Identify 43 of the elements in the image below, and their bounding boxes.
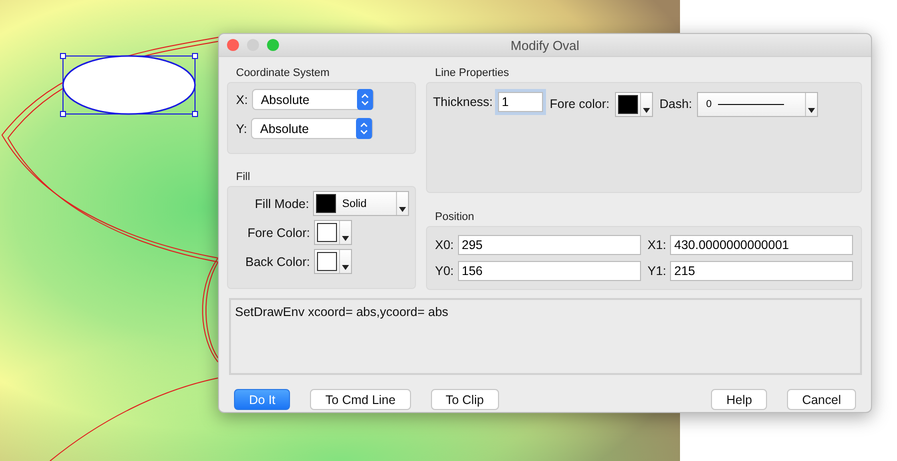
field-label: X1: [648, 238, 666, 252]
field-label: Dash: [660, 96, 692, 113]
coordinate-field[interactable]: 430.0000000000001 [670, 235, 853, 255]
group-title: Coordinate System [236, 67, 331, 79]
color-picker[interactable] [314, 220, 352, 245]
field-label: Fill Mode: [254, 196, 310, 210]
coordinate-field[interactable]: 215 [670, 261, 853, 281]
dialog-button[interactable]: Help [711, 389, 768, 410]
field-label: X: [236, 92, 248, 106]
command-text-area[interactable]: SetDrawEnv xcoord= abs,ycoord= abs [229, 298, 862, 375]
fill-mode-select[interactable]: Solid [313, 191, 409, 216]
updown-chevron-icon [356, 118, 372, 139]
dialog-button[interactable]: To Cmd Line [310, 389, 411, 410]
window-title: Modify Oval [510, 38, 580, 52]
field-label: Thickness: [433, 94, 493, 111]
caret-icon [642, 108, 650, 113]
field-label: Y: [236, 122, 248, 136]
field-label: Y1: [648, 264, 666, 278]
dialog-button[interactable]: Cancel [787, 389, 856, 410]
caret-icon [342, 265, 349, 270]
group-title: Fill [236, 171, 252, 183]
coordinate-select[interactable]: Absolute [252, 89, 374, 110]
field-label: Y0: [435, 264, 454, 278]
coordinate-field[interactable]: 295 [458, 235, 640, 255]
updown-chevron-icon [356, 89, 373, 110]
group-title: Position [435, 211, 476, 223]
dash-select[interactable]: 0 [697, 92, 818, 117]
dialog-button[interactable]: To Clip [430, 389, 499, 410]
color-picker[interactable] [314, 249, 352, 274]
coordinate-select[interactable]: Absolute [251, 118, 374, 139]
field-label: Fore color: [550, 96, 610, 113]
field-label: X0: [435, 238, 454, 252]
field-label: Fore Color: [246, 226, 310, 240]
color-picker[interactable] [614, 92, 652, 117]
caret-icon [342, 236, 349, 241]
caret-icon [808, 108, 816, 113]
field-label: Back Color: [244, 254, 310, 268]
thickness-field[interactable]: 1 [498, 92, 543, 112]
selected-oval[interactable] [58, 52, 200, 118]
caret-icon [399, 207, 406, 212]
coordinate-field[interactable]: 156 [458, 261, 640, 281]
solid-line-icon [718, 103, 784, 106]
group-title: Line Properties [435, 67, 510, 79]
